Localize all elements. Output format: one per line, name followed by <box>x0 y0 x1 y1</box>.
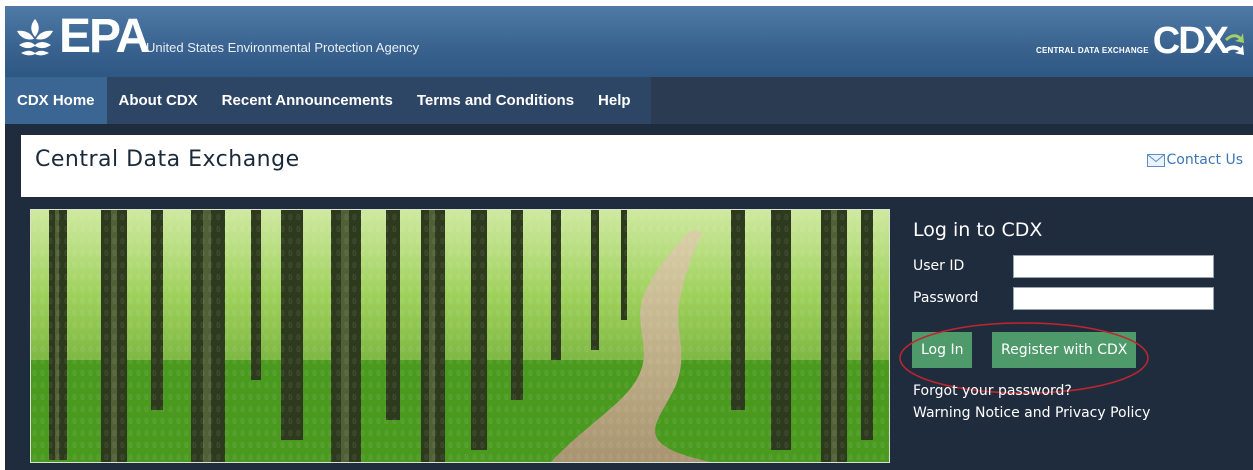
epa-logo[interactable]: EPA <box>13 10 150 63</box>
password-input[interactable] <box>1013 287 1214 310</box>
password-label: Password <box>913 290 979 306</box>
nav-cdx-home[interactable]: CDX Home <box>5 77 107 124</box>
login-title: Log in to CDX <box>913 219 1043 241</box>
mail-icon <box>1146 153 1165 167</box>
epa-flower-icon <box>17 19 53 56</box>
cdx-logo-subtitle: CENTRAL DATA EXCHANGE <box>1035 45 1149 55</box>
header-banner: EPA United States Environmental Protecti… <box>5 6 1253 77</box>
nav-help[interactable]: Help <box>586 77 643 124</box>
contact-us-label: Contact Us <box>1166 152 1243 168</box>
app-frame: EPA United States Environmental Protecti… <box>5 6 1253 470</box>
user-id-input[interactable] <box>1013 255 1214 278</box>
cdx-logo-text: CDX <box>1152 20 1229 62</box>
contact-us-link[interactable]: Contact Us <box>1146 152 1243 168</box>
nav-recent-announcements[interactable]: Recent Announcements <box>210 77 405 124</box>
cdx-logo: CENTRAL DATA EXCHANGE CDX <box>1036 18 1245 64</box>
main-nav: CDX Home About CDX Recent Announcements … <box>5 77 1253 124</box>
page-title: Central Data Exchange <box>35 147 300 172</box>
register-button[interactable]: Register with CDX <box>992 332 1137 368</box>
forgot-password-link[interactable]: Forgot your password? <box>913 383 1072 399</box>
cdx-arrow-icon <box>1225 33 1244 55</box>
hero-forest-image: 0 <box>30 209 890 463</box>
epa-logo-text: EPA <box>59 10 150 63</box>
user-id-label: User ID <box>913 258 965 274</box>
nav-terms-and-conditions[interactable]: Terms and Conditions <box>405 77 586 124</box>
forest-illustration: 0 <box>31 210 889 462</box>
nav-about-cdx[interactable]: About CDX <box>107 77 210 124</box>
privacy-policy-link[interactable]: Warning Notice and Privacy Policy <box>913 405 1150 421</box>
nav-strip: CDX Home About CDX Recent Announcements … <box>5 77 651 124</box>
log-in-button[interactable]: Log In <box>912 332 973 368</box>
page-title-bar: Central Data Exchange Contact Us <box>21 135 1253 197</box>
agency-name: United States Environmental Protection A… <box>146 40 420 55</box>
